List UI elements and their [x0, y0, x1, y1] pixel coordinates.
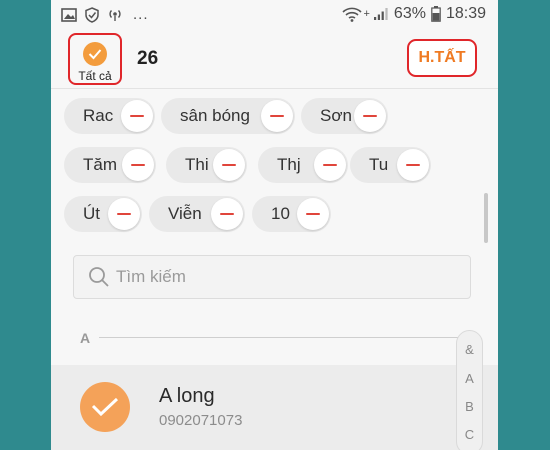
- select-all-checkbox[interactable]: Tất cả: [68, 33, 122, 85]
- chip-remove-button[interactable]: [314, 149, 346, 181]
- minus-icon: [222, 164, 236, 166]
- wifi-icon: [342, 7, 363, 22]
- selected-chip: Rac: [64, 98, 155, 134]
- contact-checkbox[interactable]: [80, 382, 130, 432]
- chip-label: Viễn: [168, 204, 202, 223]
- battery-icon: [431, 6, 441, 22]
- contact-row[interactable]: A long 0902071073: [51, 365, 498, 450]
- chip-label: 10: [271, 204, 290, 223]
- header-divider: [51, 88, 498, 89]
- section-divider: [99, 337, 475, 338]
- minus-icon: [406, 164, 420, 166]
- chip-label: Thj: [277, 155, 301, 174]
- selected-chip: Thj: [258, 147, 348, 183]
- alphabet-index[interactable]: & A B C: [456, 330, 483, 450]
- chip-remove-button[interactable]: [122, 149, 154, 181]
- minus-icon: [131, 164, 145, 166]
- search-icon: [89, 267, 109, 287]
- chip-label: sân bóng: [180, 106, 250, 125]
- selected-chip: Út: [64, 196, 142, 232]
- minus-icon: [323, 164, 337, 166]
- section-header: A: [80, 330, 91, 346]
- check-circle-icon: [83, 42, 107, 66]
- chip-remove-button[interactable]: [297, 198, 329, 230]
- minus-icon: [117, 213, 131, 215]
- chip-remove-button[interactable]: [397, 149, 429, 181]
- index-letter[interactable]: A: [456, 371, 483, 386]
- selected-chip: Viễn: [149, 196, 245, 232]
- check-icon: [91, 397, 119, 417]
- hotspot-icon: [109, 9, 121, 21]
- phone-screen: ... + 63% 18:39 Tất cả 26 H.TẤT Rac sân …: [51, 0, 498, 450]
- cancel-button[interactable]: H.TẤT: [407, 39, 477, 77]
- chip-label: Thi: [185, 155, 209, 174]
- chip-remove-button[interactable]: [354, 100, 386, 132]
- selected-chip: Tu: [350, 147, 431, 183]
- signal-plus-text: +: [363, 8, 370, 20]
- chip-label: Sơn: [320, 106, 352, 125]
- scrollbar-thumb[interactable]: [484, 193, 488, 243]
- selection-header: Tất cả 26 H.TẤT: [51, 30, 498, 88]
- minus-icon: [130, 115, 144, 117]
- chip-label: Tu: [369, 155, 389, 174]
- contact-name: A long: [159, 385, 215, 407]
- more-notifications-text: ...: [133, 6, 149, 23]
- shield-icon: [85, 6, 99, 23]
- minus-icon: [363, 115, 377, 117]
- chip-remove-button[interactable]: [121, 100, 153, 132]
- chip-label: Út: [83, 204, 100, 223]
- search-placeholder: Tìm kiếm: [116, 267, 186, 286]
- minus-icon: [306, 213, 320, 215]
- clock: 18:39: [445, 5, 486, 22]
- selected-count: 26: [137, 48, 159, 69]
- select-all-label: Tất cả: [78, 69, 112, 83]
- minus-icon: [220, 213, 234, 215]
- selected-chip: sân bóng: [161, 98, 295, 134]
- selected-chip: Sơn: [301, 98, 388, 134]
- chip-label: Tăm: [83, 155, 117, 174]
- minus-icon: [270, 115, 284, 117]
- chip-remove-button[interactable]: [211, 198, 243, 230]
- selected-chip: Thi: [166, 147, 247, 183]
- selected-chip: Tăm: [64, 147, 156, 183]
- gallery-icon: [61, 7, 77, 22]
- chip-remove-button[interactable]: [261, 100, 293, 132]
- battery-percent: 63%: [393, 5, 426, 22]
- index-letter[interactable]: C: [456, 427, 483, 442]
- chip-remove-button[interactable]: [108, 198, 140, 230]
- selected-chip: 10: [252, 196, 331, 232]
- chip-label: Rac: [83, 106, 114, 125]
- contact-phone: 0902071073: [159, 412, 243, 429]
- index-letter[interactable]: &: [456, 342, 483, 357]
- search-input[interactable]: Tìm kiếm: [73, 255, 471, 299]
- chip-remove-button[interactable]: [213, 149, 245, 181]
- index-letter[interactable]: B: [456, 399, 483, 414]
- cell-signal-icon: [373, 8, 388, 20]
- status-bar: ... + 63% 18:39: [51, 0, 498, 30]
